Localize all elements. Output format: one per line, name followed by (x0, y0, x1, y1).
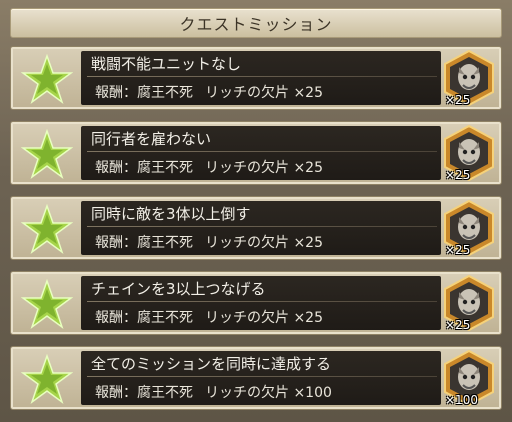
mission-row: 同行者を雇わない 報酬：腐王不死 リッチの欠片 ×25 ×25 (10, 121, 502, 185)
reward-label: 報酬： (95, 235, 137, 251)
reward-count: ×25 (293, 85, 323, 101)
lich-fragment-icon[interactable]: ×100 (441, 349, 497, 407)
reward-label: 報酬： (95, 160, 137, 176)
green-star-icon (19, 53, 75, 105)
green-star-icon (19, 278, 75, 330)
lich-fragment-icon[interactable]: ×25 (441, 199, 497, 257)
reward-item: 腐王不死 (137, 160, 193, 176)
reward-label: 報酬： (95, 85, 137, 101)
mission-row: 戦闘不能ユニットなし 報酬：腐王不死 リッチの欠片 ×25 ×25 (10, 46, 502, 110)
panel-header: クエストミッション (10, 8, 502, 38)
mission-reward: 報酬：腐王不死 リッチの欠片 ×25 (95, 82, 323, 102)
reward-item: 腐王不死 (137, 385, 193, 401)
quest-mission-panel: クエストミッション 戦闘不能ユニットなし 報酬：腐王不死 リッチの欠片 ×25 ×… (0, 0, 512, 422)
mission-row: チェインを3以上つなげる 報酬：腐王不死 リッチの欠片 ×25 ×25 (10, 271, 502, 335)
mission-row: 全てのミッションを同時に達成する 報酬：腐王不死 リッチの欠片 ×100 ×100 (10, 346, 502, 410)
reward-label: 報酬： (95, 385, 137, 401)
reward-piece: リッチの欠片 (205, 385, 289, 401)
reward-count: ×25 (293, 235, 323, 251)
mission-name: 同行者を雇わない (91, 130, 212, 148)
mission-reward: 報酬：腐王不死 リッチの欠片 ×25 (95, 307, 323, 327)
green-star-icon (19, 128, 75, 180)
reward-piece: リッチの欠片 (205, 235, 289, 251)
item-quantity: ×25 (445, 318, 471, 332)
reward-item: 腐王不死 (137, 310, 193, 326)
reward-label: 報酬： (95, 310, 137, 326)
mission-reward: 報酬：腐王不死 リッチの欠片 ×25 (95, 232, 323, 252)
reward-piece: リッチの欠片 (205, 85, 289, 101)
divider (87, 226, 437, 227)
reward-piece: リッチの欠片 (205, 310, 289, 326)
mission-reward: 報酬：腐王不死 リッチの欠片 ×25 (95, 157, 323, 177)
green-star-icon (19, 203, 75, 255)
panel-title: クエストミッション (179, 15, 333, 34)
reward-count: ×25 (293, 160, 323, 176)
mission-name: 同時に敵を3体以上倒す (91, 205, 251, 223)
divider (87, 376, 437, 377)
reward-item: 腐王不死 (137, 235, 193, 251)
mission-row: 同時に敵を3体以上倒す 報酬：腐王不死 リッチの欠片 ×25 ×25 (10, 196, 502, 260)
reward-item: 腐王不死 (137, 85, 193, 101)
divider (87, 301, 437, 302)
item-quantity: ×100 (445, 393, 478, 407)
divider (87, 76, 437, 77)
lich-fragment-icon[interactable]: ×25 (441, 49, 497, 107)
lich-fragment-icon[interactable]: ×25 (441, 124, 497, 182)
mission-name: チェインを3以上つなげる (91, 280, 266, 298)
reward-count: ×100 (293, 385, 332, 401)
reward-piece: リッチの欠片 (205, 160, 289, 176)
green-star-icon (19, 353, 75, 405)
mission-name: 戦闘不能ユニットなし (91, 55, 242, 73)
item-quantity: ×25 (445, 243, 471, 257)
mission-name: 全てのミッションを同時に達成する (91, 355, 332, 373)
item-quantity: ×25 (445, 93, 471, 107)
mission-reward: 報酬：腐王不死 リッチの欠片 ×100 (95, 382, 332, 402)
divider (87, 151, 437, 152)
reward-count: ×25 (293, 310, 323, 326)
lich-fragment-icon[interactable]: ×25 (441, 274, 497, 332)
item-quantity: ×25 (445, 168, 471, 182)
